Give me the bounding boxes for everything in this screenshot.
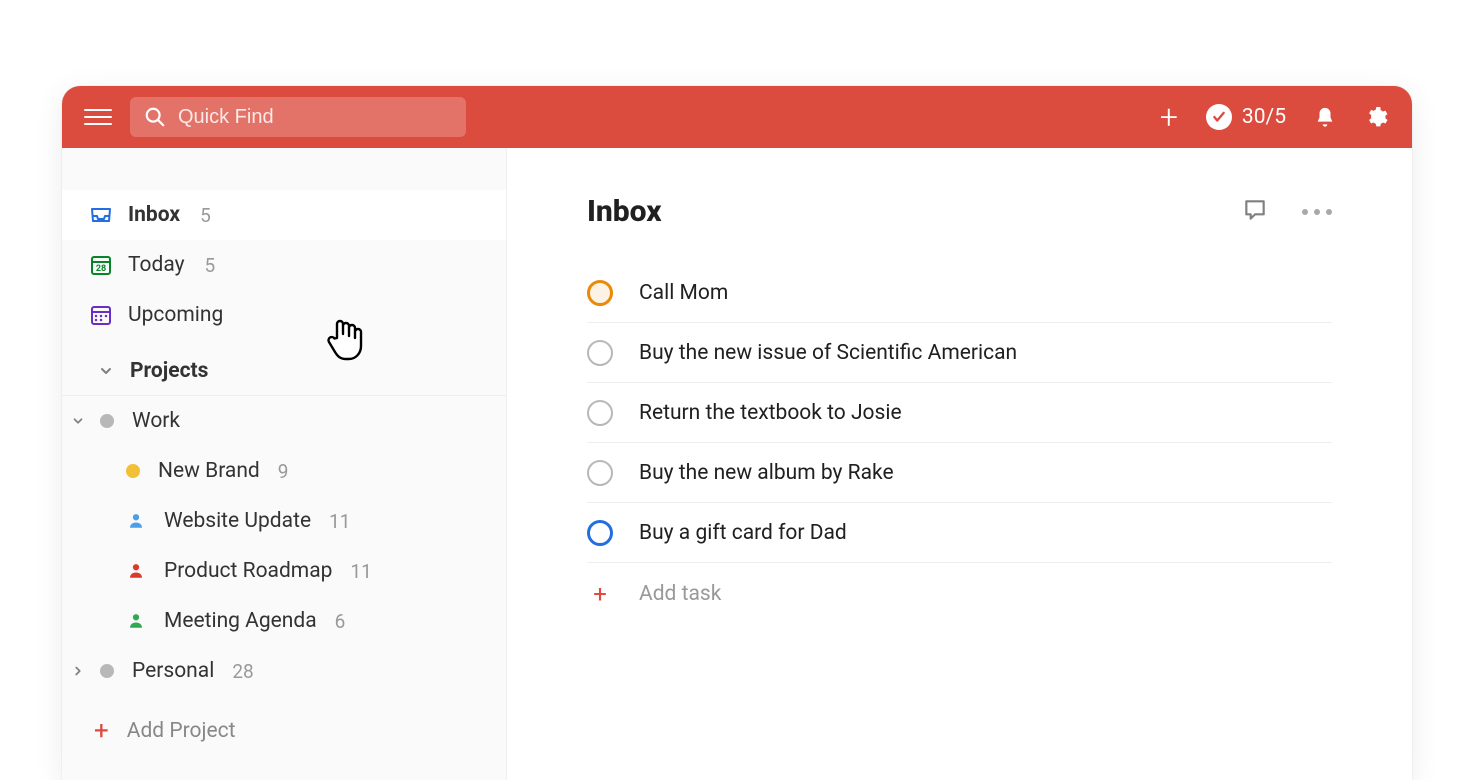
task-title: Buy the new album by Rake (639, 461, 894, 485)
svg-text:28: 28 (96, 264, 106, 274)
project-dot-icon (100, 414, 114, 428)
person-icon (126, 511, 146, 531)
sidebar-item-count: 5 (205, 254, 216, 277)
calendar-upcoming-icon (88, 302, 114, 328)
project-dot-icon (126, 464, 140, 478)
add-task-label: Add task (639, 582, 721, 606)
project-dot-icon (100, 664, 114, 678)
task-row[interactable]: Buy a gift card for Dad (587, 503, 1332, 563)
app-stage: + 30/5 (0, 0, 1472, 780)
comments-button[interactable] (1242, 197, 1268, 227)
project-item-personal[interactable]: Personal 28 (62, 646, 506, 696)
project-count: 11 (350, 560, 371, 583)
page-title: Inbox (587, 194, 662, 229)
comment-icon (1242, 197, 1268, 223)
sidebar-item-today[interactable]: 28 Today 5 (62, 240, 506, 290)
notifications-icon[interactable] (1314, 105, 1336, 129)
sidebar-item-label: Today (128, 253, 185, 277)
app-window: + 30/5 (62, 86, 1412, 780)
project-label: Work (132, 409, 180, 433)
task-checkbox[interactable] (587, 400, 613, 426)
main-content: Inbox Call MomBu (507, 148, 1412, 780)
productivity-button[interactable]: 30/5 (1206, 104, 1286, 130)
productivity-count: 30/5 (1242, 105, 1286, 129)
project-count: 9 (278, 460, 289, 483)
task-row[interactable]: Buy the new album by Rake (587, 443, 1332, 503)
more-options-button[interactable] (1302, 197, 1332, 227)
plus-icon: + (587, 581, 613, 607)
project-item-website-update[interactable]: Website Update 11 (62, 496, 506, 546)
project-item-new-brand[interactable]: New Brand 9 (62, 446, 506, 496)
main-actions (1242, 197, 1332, 227)
task-checkbox[interactable] (587, 340, 613, 366)
sidebar-item-inbox[interactable]: Inbox 5 (62, 190, 506, 240)
project-count: 28 (232, 660, 253, 683)
project-label: Website Update (164, 509, 311, 533)
sidebar-item-count: 5 (200, 204, 211, 227)
search-box[interactable] (130, 97, 466, 137)
add-project-button[interactable]: + Add Project (62, 706, 506, 756)
gear-icon[interactable] (1364, 105, 1388, 129)
project-count: 11 (329, 510, 350, 533)
header-actions: + 30/5 (1160, 101, 1388, 133)
search-icon (144, 106, 166, 128)
project-label: Product Roadmap (164, 559, 332, 583)
task-checkbox[interactable] (587, 460, 613, 486)
task-row[interactable]: Return the textbook to Josie (587, 383, 1332, 443)
task-title: Call Mom (639, 281, 728, 305)
chevron-down-icon (94, 359, 118, 383)
sidebar-item-label: Inbox (128, 203, 180, 227)
task-checkbox[interactable] (587, 280, 613, 306)
person-icon (126, 611, 146, 631)
task-checkbox[interactable] (587, 520, 613, 546)
project-label: Personal (132, 659, 214, 683)
sidebar-item-upcoming[interactable]: Upcoming (62, 290, 506, 340)
project-item-meeting-agenda[interactable]: Meeting Agenda 6 (62, 596, 506, 646)
project-item-work[interactable]: Work (62, 396, 506, 446)
add-task-button[interactable]: + Add task (587, 565, 1332, 623)
chevron-right-icon (66, 664, 90, 678)
project-label: New Brand (158, 459, 260, 483)
chevron-down-icon (66, 414, 90, 428)
sidebar-item-label: Upcoming (128, 303, 223, 327)
project-count: 6 (335, 610, 346, 633)
task-title: Buy a gift card for Dad (639, 521, 847, 545)
plus-icon: + (94, 718, 109, 744)
app-body: Inbox 5 28 Today 5 (62, 148, 1412, 780)
project-item-product-roadmap[interactable]: Product Roadmap 11 (62, 546, 506, 596)
search-input[interactable] (178, 106, 452, 129)
section-label: Projects (130, 359, 208, 383)
dots-icon (1302, 209, 1308, 215)
projects-section-header[interactable]: Projects (62, 346, 506, 396)
add-project-label: Add Project (127, 719, 236, 743)
menu-icon[interactable] (84, 109, 112, 125)
task-title: Buy the new issue of Scientific American (639, 341, 1017, 365)
check-circle-icon (1206, 104, 1232, 130)
person-icon (126, 561, 146, 581)
header: + 30/5 (62, 86, 1412, 148)
task-list: Call Mom Buy the new issue of Scientific … (587, 263, 1332, 563)
project-label: Meeting Agenda (164, 609, 317, 633)
task-row[interactable]: Buy the new issue of Scientific American (587, 323, 1332, 383)
add-task-icon[interactable]: + (1160, 101, 1178, 133)
task-row[interactable]: Call Mom (587, 263, 1332, 323)
main-header: Inbox (587, 194, 1332, 229)
sidebar: Inbox 5 28 Today 5 (62, 148, 507, 780)
calendar-today-icon: 28 (88, 252, 114, 278)
inbox-icon (88, 202, 114, 228)
task-title: Return the textbook to Josie (639, 401, 902, 425)
